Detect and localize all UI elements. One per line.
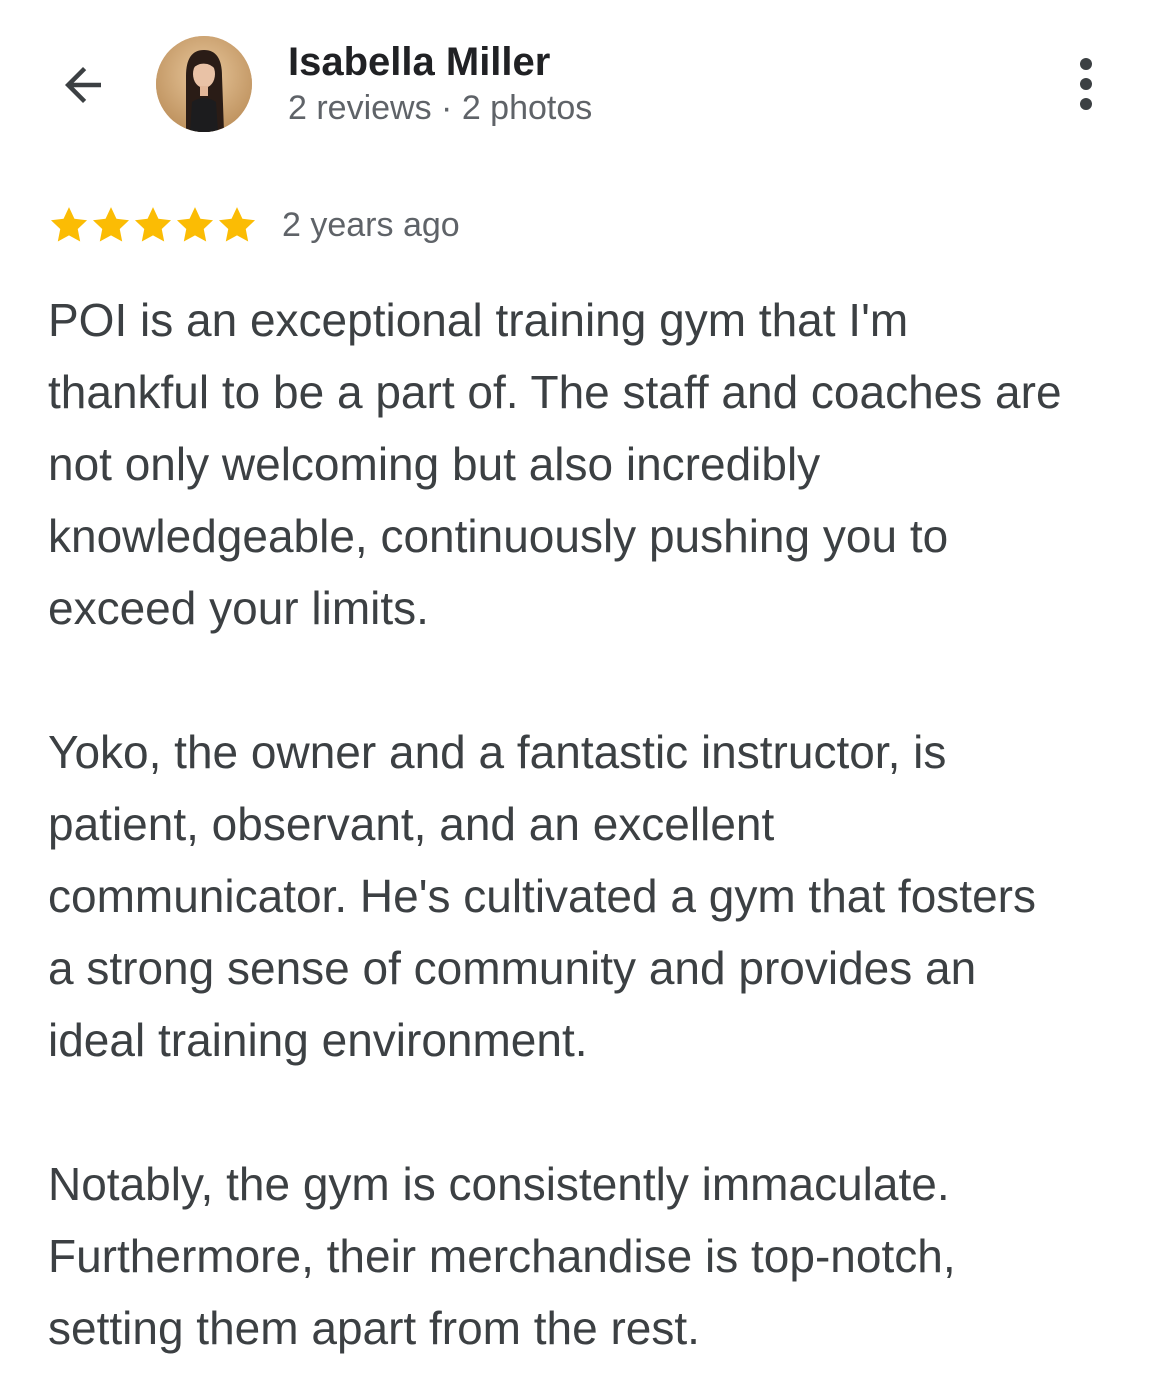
review-paragraph: POI is an exceptional training gym that … <box>48 284 1128 644</box>
avatar-image <box>156 36 252 132</box>
review-paragraph: Yoko, the owner and a fantastic instruct… <box>48 716 1128 1076</box>
review-line: setting them apart from the rest. <box>48 1302 700 1354</box>
rating-row: 2 years ago <box>48 200 460 250</box>
star-icon <box>92 207 130 242</box>
review-line: communicator. He's cultivated a gym that… <box>48 870 1036 922</box>
star-icon <box>176 207 214 242</box>
back-button[interactable] <box>50 55 116 115</box>
review-text: POI is an exceptional training gym that … <box>48 284 1128 1364</box>
arrow-back-icon <box>65 67 101 103</box>
more-options-button[interactable] <box>1060 52 1112 116</box>
review-line: exceed your limits. <box>48 582 429 634</box>
star-rating <box>48 204 258 246</box>
review-line: not only welcoming but also incredibly <box>48 438 821 490</box>
review-line: Furthermore, their merchandise is top-no… <box>48 1230 956 1282</box>
star-icon <box>134 207 172 242</box>
review-line: knowledgeable, continuously pushing you … <box>48 510 949 562</box>
avatar[interactable] <box>156 36 252 132</box>
star-icon <box>50 207 88 242</box>
review-line: patient, observant, and an excellent <box>48 798 775 850</box>
review-paragraph: Notably, the gym is consistently immacul… <box>48 1148 1128 1364</box>
review-time: 2 years ago <box>282 205 460 244</box>
more-vert-icon <box>1080 58 1092 110</box>
review-line: a strong sense of community and provides… <box>48 942 977 994</box>
review-line: Notably, the gym is consistently immacul… <box>48 1158 950 1210</box>
review-line: thankful to be a part of. The staff and … <box>48 366 1062 418</box>
review-line: Yoko, the owner and a fantastic instruct… <box>48 726 947 778</box>
star-icon <box>218 207 256 242</box>
reviewer-meta: 2 reviews · 2 photos <box>288 89 593 127</box>
review-line: POI is an exceptional training gym that … <box>48 294 909 346</box>
review-header: Isabella Miller 2 reviews · 2 photos <box>0 0 1170 160</box>
review-line: ideal training environment. <box>48 1014 588 1066</box>
reviewer-name[interactable]: Isabella Miller <box>288 38 550 86</box>
